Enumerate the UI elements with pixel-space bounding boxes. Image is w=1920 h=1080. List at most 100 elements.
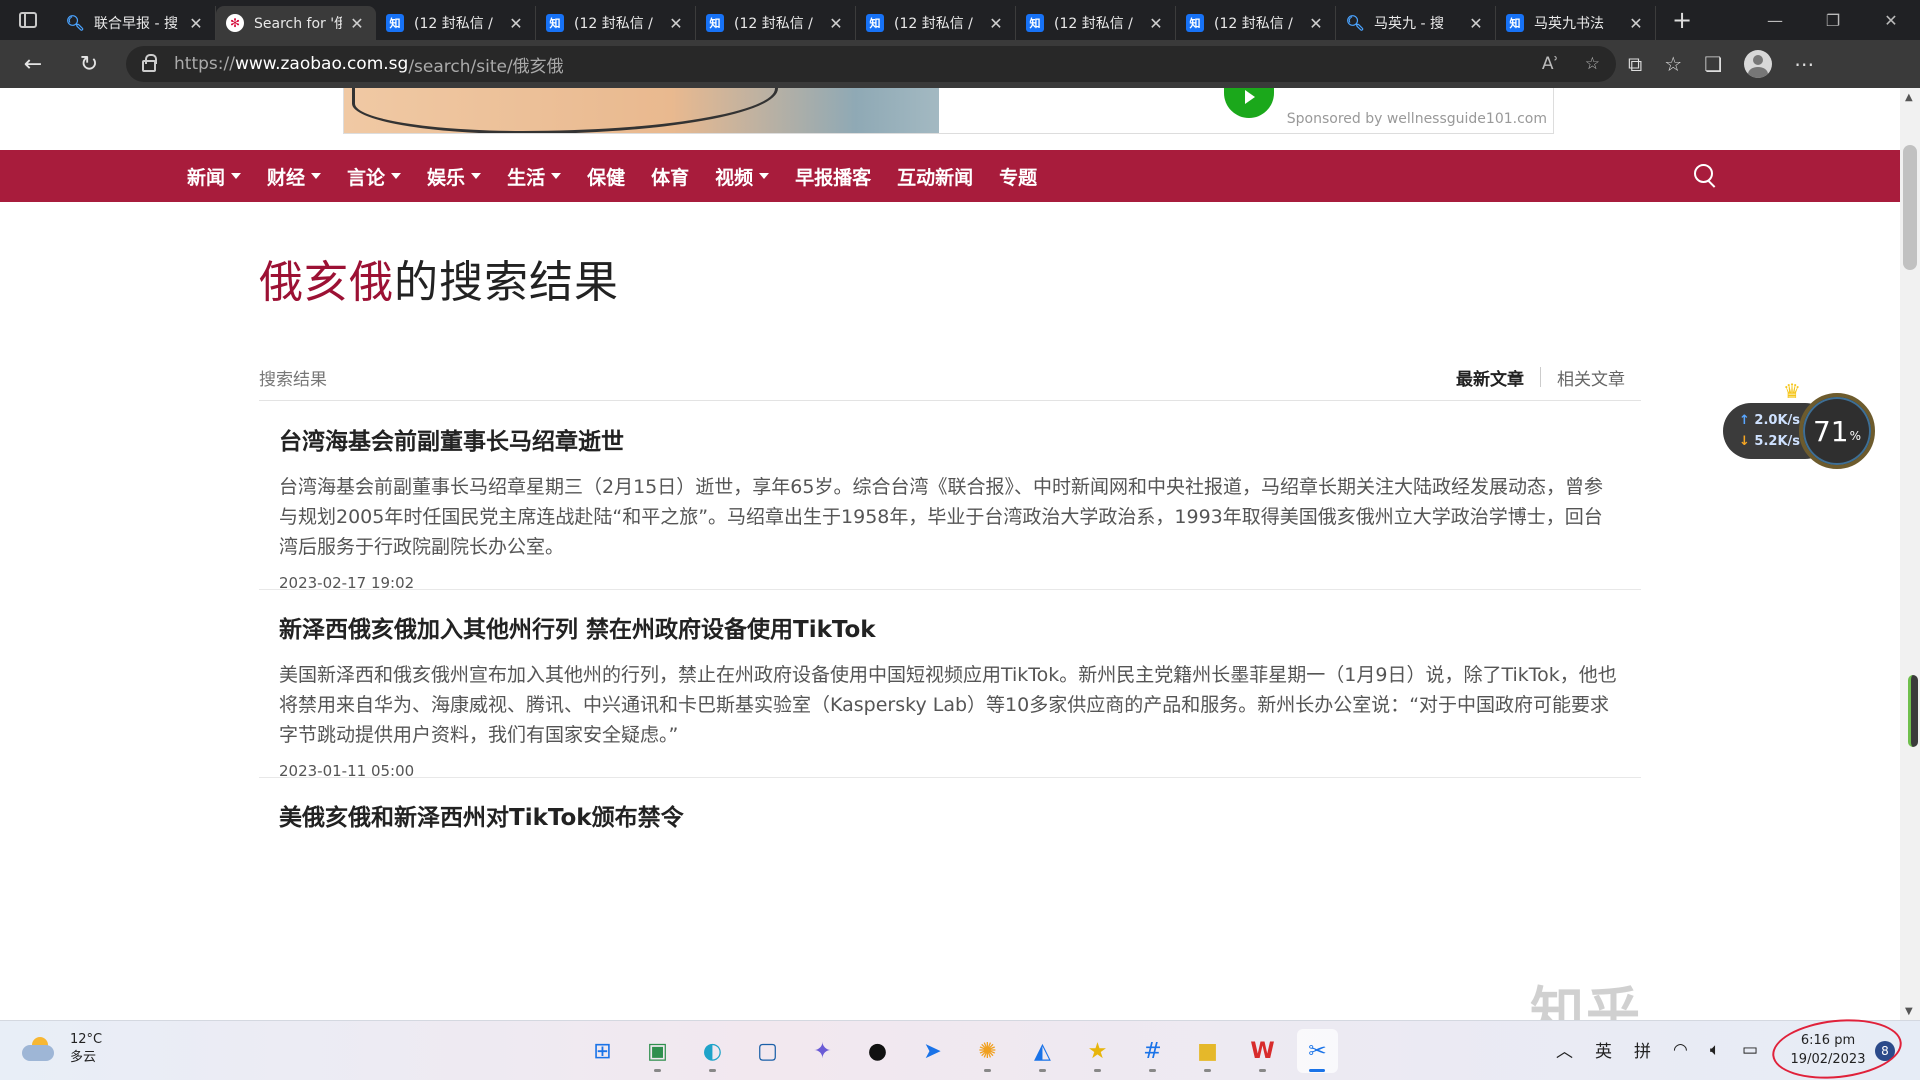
nav-item-health[interactable]: 保健 [574, 163, 638, 190]
result-title[interactable]: 新泽西俄亥俄加入其他州行列 禁在州政府设备使用TikTok [279, 614, 1621, 646]
caret-down-icon [231, 173, 242, 179]
close-icon[interactable]: ✕ [987, 14, 1005, 33]
scroll-down-icon[interactable]: ▼ [1905, 1006, 1913, 1017]
close-icon[interactable]: ✕ [1147, 14, 1165, 33]
chevron-up-icon[interactable]: ︿ [1556, 1037, 1573, 1062]
close-icon[interactable]: ✕ [1307, 14, 1325, 33]
taskbar-app-window[interactable]: ▢ [747, 1029, 788, 1073]
ime-language[interactable]: 英 [1595, 1037, 1612, 1062]
result-title[interactable]: 台湾海基会前副董事长马绍章逝世 [279, 426, 1621, 458]
collections-icon[interactable]: ❏ [1704, 52, 1722, 76]
volume-icon[interactable]: 🔈︎ [1710, 1040, 1720, 1060]
taskbar-app-snip[interactable]: ✂ [1297, 1029, 1338, 1073]
weather-widget[interactable]: 12°C 多云 [22, 1031, 102, 1067]
nav-item-entertainment[interactable]: 娱乐 [414, 163, 494, 190]
nav-label: 保健 [587, 166, 626, 189]
tab-4[interactable]: 知 (12 封私信 / ✕ [696, 6, 856, 40]
tab-0[interactable]: 🔍︎ 联合早报 - 搜 ✕ [56, 6, 216, 40]
scrollbar-thumb[interactable] [1903, 145, 1917, 270]
close-icon[interactable]: ✕ [507, 14, 525, 33]
running-indicator [1094, 1069, 1101, 1072]
taskbar-apps: ⊞ ▣ ◐ ▢ ✦ ● ➤ ✺ ◭ ★ # ■ W ✂ [582, 1029, 1338, 1073]
taskbar-app-copilot[interactable]: ✦ [802, 1029, 843, 1073]
close-icon[interactable]: ✕ [187, 14, 205, 33]
favorites-icon[interactable]: ☆ [1664, 52, 1682, 76]
side-panel-handle[interactable] [1908, 675, 1918, 747]
battery-icon[interactable]: ▭ [1742, 1040, 1758, 1060]
close-icon[interactable]: ✕ [827, 14, 845, 33]
reload-button[interactable]: ↻ [66, 44, 112, 84]
taskbar-app-bird[interactable]: ➤ [912, 1029, 953, 1073]
system-tray: ︿ 英 拼 ◠ 🔈︎ ▭ [1556, 1037, 1758, 1063]
ime-mode[interactable]: 拼 [1634, 1037, 1651, 1062]
taskbar-app-qq[interactable]: ● [857, 1029, 898, 1073]
restore-icon[interactable]: ❐ [1804, 0, 1862, 40]
photos-icon: ▣ [647, 1038, 668, 1064]
back-button[interactable]: ← [10, 44, 56, 84]
wps-icon: W [1250, 1038, 1275, 1064]
close-icon[interactable]: ✕ [667, 14, 685, 33]
profile-avatar[interactable] [1744, 50, 1773, 78]
minimize-icon[interactable]: — [1746, 0, 1804, 40]
close-icon[interactable]: ✕ [1627, 14, 1645, 33]
tab-8[interactable]: 🔍︎ 马英九 - 搜 ✕ [1336, 6, 1496, 40]
tab-1[interactable]: ✻ Search for '俄 ✕ [216, 6, 376, 40]
address-actions: Aʾ ☆ [1542, 54, 1600, 74]
taskbar-app-edge[interactable]: ◐ [692, 1029, 733, 1073]
lock-icon[interactable] [142, 54, 157, 72]
nav-item-special[interactable]: 专题 [986, 163, 1050, 190]
extensions-icon[interactable]: ⧉ [1628, 52, 1642, 76]
read-aloud-icon[interactable]: Aʾ [1542, 54, 1559, 74]
close-window-icon[interactable]: ✕ [1862, 0, 1920, 40]
ad-image[interactable] [344, 88, 939, 133]
new-tab-button[interactable]: + [1662, 0, 1702, 40]
nav-item-interactive[interactable]: 互动新闻 [884, 163, 986, 190]
scroll-up-icon[interactable]: ▲ [1905, 92, 1913, 103]
nav-item-news[interactable]: 新闻 [174, 163, 254, 190]
more-menu-icon[interactable]: ⋯ [1794, 52, 1814, 76]
taskbar-app-folder-sync[interactable]: ✺ [967, 1029, 1008, 1073]
sort-latest-tab[interactable]: 最新文章 [1440, 365, 1540, 390]
close-icon[interactable]: ✕ [1467, 14, 1485, 33]
tab-label: (12 封私信 / [1054, 16, 1133, 32]
wifi-icon[interactable]: ◠ [1673, 1040, 1688, 1060]
ad-sponsor-text[interactable]: Sponsored by wellnessguide101.com [1287, 111, 1547, 127]
tab-7[interactable]: 知 (12 封私信 / ✕ [1176, 6, 1336, 40]
ad-banner[interactable]: Sponsored by wellnessguide101.com [343, 88, 1554, 134]
tab-label: 马英九书法 [1534, 16, 1604, 32]
nav-item-opinion[interactable]: 言论 [334, 163, 414, 190]
tab-2[interactable]: 知 (12 封私信 / ✕ [376, 6, 536, 40]
ad-play-icon[interactable] [1224, 88, 1274, 118]
taskbar-app-explorer[interactable]: ■ [1187, 1029, 1228, 1073]
close-icon[interactable]: ✕ [348, 14, 366, 33]
gallery-icon: ◭ [1034, 1038, 1051, 1064]
result-title[interactable]: 美俄亥俄和新泽西州对TikTok颁布禁令 [279, 802, 1621, 834]
tab-9[interactable]: 知 马英九书法 ✕ [1496, 6, 1656, 40]
reload-icon: ↻ [79, 51, 99, 77]
taskbar-app-hashtag[interactable]: # [1132, 1029, 1173, 1073]
nav-item-finance[interactable]: 财经 [254, 163, 334, 190]
nav-item-podcast[interactable]: 早报播客 [782, 163, 884, 190]
tab-label: Search for '俄 [254, 16, 342, 32]
taskbar-app-photos[interactable]: ▣ [637, 1029, 678, 1073]
sort-related-tab[interactable]: 相关文章 [1541, 365, 1641, 390]
tab-actions-button[interactable] [0, 0, 56, 40]
search-icon[interactable] [1694, 164, 1718, 188]
network-speed-widget[interactable]: 2.0K/s 5.2K/s 71% ♛ [1723, 379, 1875, 473]
nav-item-video[interactable]: 视频 [702, 163, 782, 190]
result-summary: 美国新泽西和俄亥俄州宣布加入其他州的行列，禁止在州政府设备使用中国短视频应用Ti… [279, 664, 1617, 746]
address-bar[interactable]: https://www.zaobao.com.sg/search/site/俄亥… [126, 46, 1616, 82]
add-favorite-icon[interactable]: ☆ [1585, 54, 1600, 74]
start-button[interactable]: ⊞ [582, 1029, 623, 1073]
nav-item-sports[interactable]: 体育 [638, 163, 702, 190]
result-item: 新泽西俄亥俄加入其他州行列 禁在州政府设备使用TikTok 美国新泽西和俄亥俄州… [259, 614, 1641, 780]
nav-item-lifestyle[interactable]: 生活 [494, 163, 574, 190]
tab-5[interactable]: 知 (12 封私信 / ✕ [856, 6, 1016, 40]
taskbar-app-wps[interactable]: W [1242, 1029, 1283, 1073]
taskbar-app-star[interactable]: ★ [1077, 1029, 1118, 1073]
tab-3[interactable]: 知 (12 封私信 / ✕ [536, 6, 696, 40]
nav-label: 财经 [267, 166, 306, 189]
tab-6[interactable]: 知 (12 封私信 / ✕ [1016, 6, 1176, 40]
taskbar-app-gallery[interactable]: ◭ [1022, 1029, 1063, 1073]
memory-gauge: 71% [1799, 393, 1875, 469]
